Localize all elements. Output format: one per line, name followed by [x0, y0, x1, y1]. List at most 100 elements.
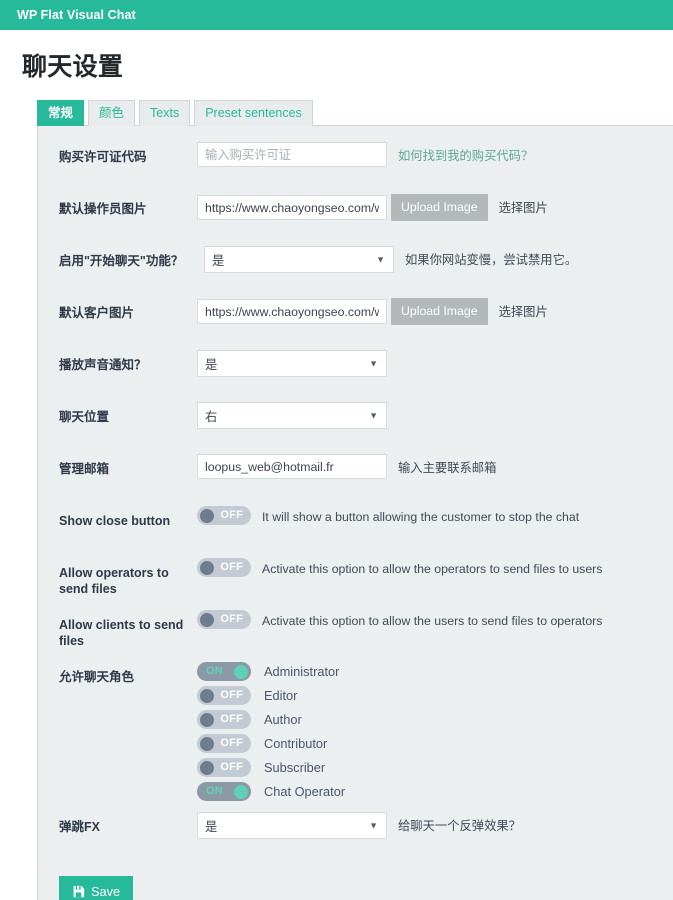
toggle-knob	[200, 712, 214, 727]
roles-list: ON Administrator OFF Editor OFF Author O…	[197, 662, 345, 801]
label-roles: 允许聊天角色	[59, 670, 135, 684]
save-button-label: Save	[91, 883, 121, 899]
help-client-image: 选择图片	[498, 305, 548, 319]
sound-selected-value: 是	[205, 357, 218, 372]
role-name: Subscriber	[264, 759, 326, 775]
toggle-state-label: ON	[206, 665, 223, 677]
app-header-bar: WP Flat Visual Chat	[0, 0, 673, 30]
toggle-role-chat-operator[interactable]: ON	[197, 782, 251, 801]
label-sound: 播放声音通知？	[59, 358, 147, 372]
save-button[interactable]: Save	[59, 876, 134, 900]
page-container: 聊天设置 常规 颜色 Texts Preset sentences 购买许可证代…	[0, 30, 673, 900]
label-bounce-fx: 弹跳FX	[59, 820, 100, 834]
help-start-chat: 如果你网站变慢，尝试禁用它。	[405, 253, 578, 267]
toggle-state-label: OFF	[220, 509, 243, 521]
field-row-operators-files: Allow operators to send files OFF Activa…	[38, 558, 673, 610]
help-clients-files: Activate this option to allow the users …	[262, 614, 603, 628]
settings-panel: 购买许可证代码 如何找到我的购买代码？ 默认操作员图片 Upload Image…	[37, 125, 673, 900]
app-title: WP Flat Visual Chat	[17, 8, 136, 22]
toggle-knob	[200, 560, 214, 575]
position-selected-value: 右	[205, 409, 218, 424]
help-operator-image: 选择图片	[498, 201, 548, 215]
field-row-sound: 播放声音通知？ 是 ▼	[38, 350, 673, 402]
toggle-role-editor[interactable]: OFF	[197, 686, 251, 705]
field-row-roles: 允许聊天角色 ON Administrator OFF Editor OFF A…	[38, 662, 673, 812]
toggle-clients-send-files[interactable]: OFF	[197, 610, 251, 629]
toggle-knob	[234, 784, 248, 799]
help-bounce-fx: 给聊天一个反弹效果？	[398, 819, 521, 833]
chevron-down-icon: ▼	[369, 358, 378, 368]
field-row-position: 聊天位置 右 ▼	[38, 402, 673, 454]
label-clients-files: Allow clients to send files	[59, 618, 184, 648]
toggle-state-label: OFF	[220, 713, 243, 725]
field-row-bounce-fx: 弹跳FX 是 ▼ 给聊天一个反弹效果？	[38, 812, 673, 864]
role-item-chat-operator: ON Chat Operator	[197, 782, 345, 801]
upload-operator-image-button[interactable]: Upload Image	[391, 194, 488, 221]
label-close-button: Show close button	[59, 514, 171, 528]
label-position: 聊天位置	[59, 410, 110, 424]
toggle-knob	[234, 664, 248, 679]
toggle-state-label: OFF	[220, 737, 243, 749]
upload-client-image-button[interactable]: Upload Image	[391, 298, 488, 325]
license-input[interactable]	[197, 142, 387, 167]
save-floppy-icon	[72, 885, 85, 898]
start-chat-select[interactable]: 是 ▼	[204, 246, 394, 273]
operator-image-input[interactable]	[197, 195, 387, 220]
tab-bar: 常规 颜色 Texts Preset sentences	[37, 100, 673, 126]
help-operators-files: Activate this option to allow the operat…	[262, 562, 603, 576]
toggle-state-label: OFF	[220, 689, 243, 701]
chevron-down-icon: ▼	[369, 820, 378, 830]
sound-select[interactable]: 是 ▼	[197, 350, 387, 377]
role-item-contributor: OFF Contributor	[197, 734, 345, 753]
client-image-input[interactable]	[197, 299, 387, 324]
toggle-role-subscriber[interactable]: OFF	[197, 758, 251, 777]
field-row-close-button: Show close button OFF It will show a but…	[38, 506, 673, 558]
role-name: Editor	[264, 687, 298, 703]
position-select[interactable]: 右 ▼	[197, 402, 387, 429]
toggle-state-label: OFF	[220, 761, 243, 773]
help-close-button: It will show a button allowing the custo…	[262, 510, 580, 524]
page-title: 聊天设置	[22, 53, 124, 81]
toggle-show-close-button[interactable]: OFF	[197, 506, 251, 525]
role-name: Chat Operator	[264, 783, 346, 799]
admin-email-input[interactable]	[197, 454, 387, 479]
tab-general[interactable]: 常规	[37, 100, 85, 126]
toggle-knob	[200, 760, 214, 775]
toggle-role-author[interactable]: OFF	[197, 710, 251, 729]
role-item-editor: OFF Editor	[197, 686, 345, 705]
label-admin-email: 管理邮箱	[59, 462, 110, 476]
toggle-state-label: OFF	[220, 561, 243, 573]
toggle-operators-send-files[interactable]: OFF	[197, 558, 251, 577]
field-row-client-image: 默认客户图片 Upload Image 选择图片	[38, 298, 673, 350]
field-row-admin-email: 管理邮箱 输入主要联系邮箱	[38, 454, 673, 506]
help-admin-email: 输入主要联系邮箱	[398, 461, 497, 475]
tab-colors[interactable]: 颜色	[88, 100, 136, 126]
field-row-license: 购买许可证代码 如何找到我的购买代码？	[38, 142, 673, 194]
chevron-down-icon: ▼	[376, 254, 385, 264]
help-license[interactable]: 如何找到我的购买代码？	[398, 142, 533, 164]
toggle-knob	[200, 508, 214, 523]
save-row: Save	[38, 864, 673, 900]
tab-preset-sentences[interactable]: Preset sentences	[194, 100, 313, 126]
label-operator-image: 默认操作员图片	[59, 202, 147, 216]
role-name: Administrator	[264, 663, 340, 679]
role-item-subscriber: OFF Subscriber	[197, 758, 345, 777]
bounce-fx-select[interactable]: 是 ▼	[197, 812, 387, 839]
bounce-fx-selected-value: 是	[205, 819, 218, 834]
toggle-role-administrator[interactable]: ON	[197, 662, 251, 681]
role-name: Author	[264, 711, 302, 727]
role-item-author: OFF Author	[197, 710, 345, 729]
role-name: Contributor	[264, 735, 328, 751]
chevron-down-icon: ▼	[369, 410, 378, 420]
field-row-operator-image: 默认操作员图片 Upload Image 选择图片	[38, 194, 673, 246]
label-start-chat: 启用"开始聊天"功能？	[59, 254, 184, 268]
tab-texts[interactable]: Texts	[139, 100, 191, 126]
field-row-start-chat: 启用"开始聊天"功能？ 是 ▼ 如果你网站变慢，尝试禁用它。	[38, 246, 673, 298]
toggle-knob	[200, 688, 214, 703]
toggle-role-contributor[interactable]: OFF	[197, 734, 251, 753]
label-license: 购买许可证代码	[59, 150, 147, 164]
toggle-knob	[200, 736, 214, 751]
role-item-administrator: ON Administrator	[197, 662, 345, 681]
toggle-state-label: ON	[206, 785, 223, 797]
field-row-clients-files: Allow clients to send files OFF Activate…	[38, 610, 673, 662]
